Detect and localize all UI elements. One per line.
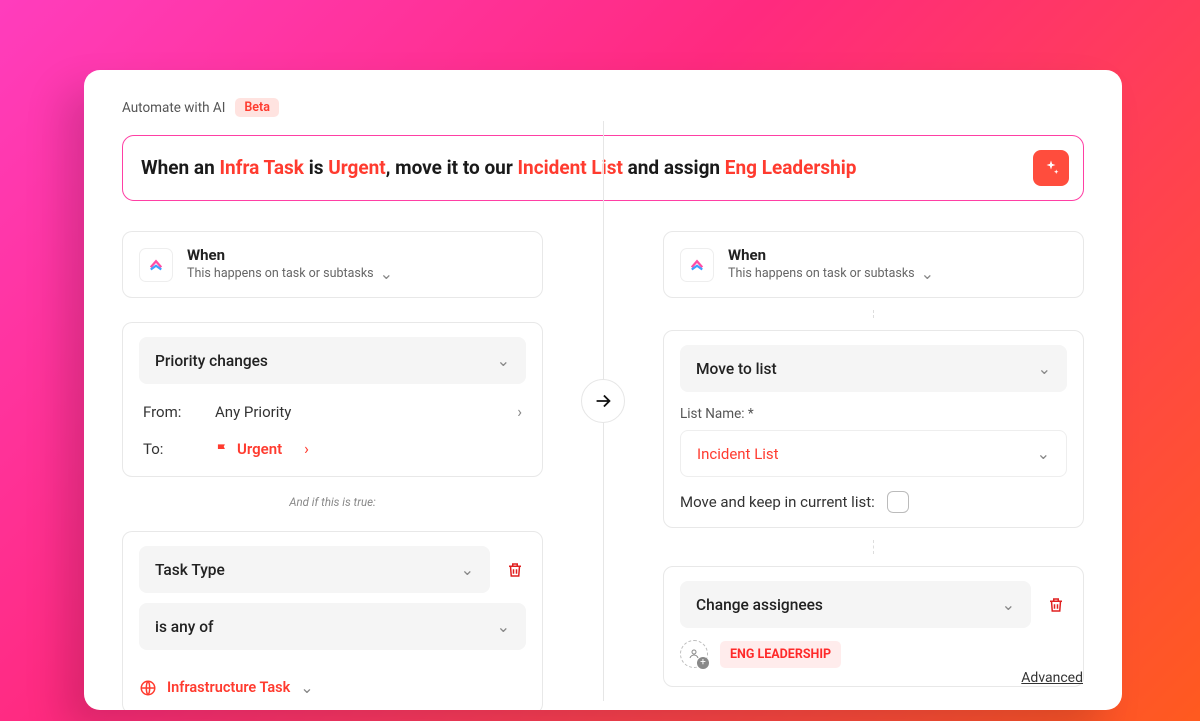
filter-value-chip[interactable]: Infrastructure Task ⌄: [139, 664, 526, 697]
chevron-down-icon: ⌄: [300, 678, 313, 697]
ai-generate-button[interactable]: [1033, 150, 1069, 186]
add-assignee-button[interactable]: [680, 640, 708, 668]
trigger-select[interactable]: Priority changes ⌄: [139, 337, 526, 384]
automation-panel: Automate with AI Beta When an Infra Task…: [84, 70, 1122, 710]
clickup-icon: [680, 248, 714, 282]
chevron-down-icon: ⌄: [497, 617, 510, 636]
beta-badge: Beta: [235, 98, 279, 117]
chevron-right-icon: ›: [517, 402, 522, 421]
change-assignees-card: Change assignees ⌄ ENG LEADERSHIP Ad: [663, 566, 1084, 687]
action-select-move[interactable]: Move to list ⌄: [680, 345, 1067, 392]
clickup-icon: [139, 248, 173, 282]
filter-card: Task Type ⌄ is any of ⌄ Infrastructure: [122, 531, 543, 710]
when-title: When: [187, 246, 393, 264]
keep-in-list-checkbox[interactable]: [887, 491, 909, 513]
delete-action-button[interactable]: [1045, 595, 1067, 615]
globe-icon: [139, 679, 157, 697]
action-select-assignees[interactable]: Change assignees ⌄: [680, 581, 1031, 628]
trash-icon: [506, 560, 524, 580]
prompt-text: When an Infra Task is Urgent, move it to…: [141, 155, 1021, 181]
assignee-chip[interactable]: ENG LEADERSHIP: [720, 641, 841, 668]
from-row[interactable]: From: Any Priority ›: [139, 398, 526, 435]
chevron-down-icon: ⌄: [461, 560, 474, 579]
automate-ai-label: Automate with AI: [122, 100, 225, 116]
filter-op-select[interactable]: is any of ⌄: [139, 603, 526, 650]
chevron-down-icon: ⌄: [497, 351, 510, 370]
move-list-card: Move to list ⌄ List Name: * Incident Lis…: [663, 330, 1084, 528]
when-card-left[interactable]: When This happens on task or subtasks ⌄: [122, 231, 543, 298]
delete-filter-button[interactable]: [504, 560, 526, 580]
when-subtitle: This happens on task or subtasks ⌄: [187, 264, 393, 283]
filter-field-select[interactable]: Task Type ⌄: [139, 546, 490, 593]
flag-icon: [215, 442, 229, 456]
chevron-down-icon: ⌄: [921, 264, 934, 283]
chevron-down-icon: ⌄: [1037, 444, 1050, 463]
chevron-down-icon: ⌄: [1002, 595, 1015, 614]
chevron-right-icon: ›: [304, 439, 309, 458]
sparkle-icon: [1042, 159, 1060, 177]
trash-icon: [1047, 595, 1065, 615]
keep-label: Move and keep in current list:: [680, 493, 875, 511]
when-card-right[interactable]: When This happens on task or subtasks ⌄: [663, 231, 1084, 298]
urgent-value: Urgent: [215, 440, 282, 458]
when-subtitle: This happens on task or subtasks ⌄: [728, 264, 934, 283]
list-name-select[interactable]: Incident List ⌄: [680, 430, 1067, 477]
when-title: When: [728, 246, 934, 264]
to-row[interactable]: To: Urgent ›: [139, 435, 526, 462]
list-name-label: List Name: *: [680, 406, 1067, 422]
person-icon: [688, 648, 700, 660]
automate-ai-header: Automate with AI Beta: [122, 98, 1084, 117]
chevron-down-icon: ⌄: [1038, 359, 1051, 378]
chevron-down-icon: ⌄: [380, 264, 393, 283]
trigger-card: Priority changes ⌄ From: Any Priority › …: [122, 322, 543, 477]
advanced-link[interactable]: Advanced: [1021, 670, 1083, 686]
and-if-label: And if this is true:: [122, 489, 543, 519]
arrow-icon: [581, 379, 625, 423]
